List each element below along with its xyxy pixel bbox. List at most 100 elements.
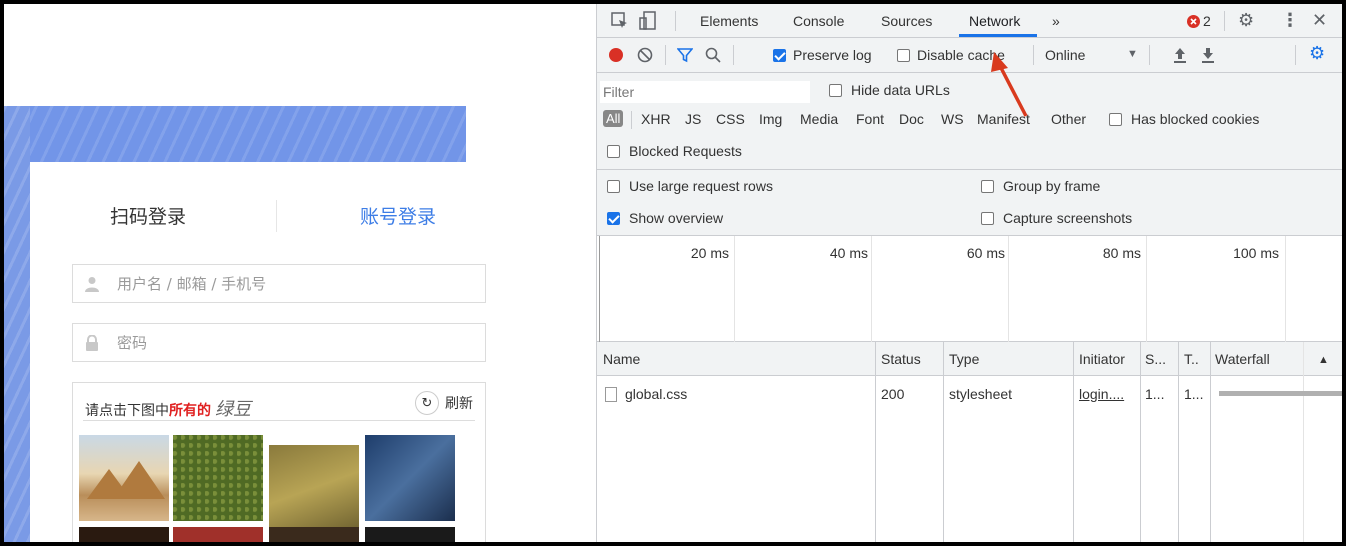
- overview-tick-label: 100 ms: [1233, 245, 1279, 261]
- tab-account-login[interactable]: 账号登录: [360, 202, 436, 229]
- hide-data-urls-label[interactable]: Hide data URLs: [851, 82, 950, 98]
- clear-icon[interactable]: [637, 47, 653, 63]
- throttling-select[interactable]: Online: [1045, 47, 1085, 63]
- captcha-refresh-button[interactable]: ↻ 刷新: [415, 391, 473, 415]
- error-icon: [1187, 15, 1200, 28]
- column-header-initiator[interactable]: Initiator: [1079, 351, 1125, 367]
- type-filter-font[interactable]: Font: [856, 111, 884, 127]
- type-filter-ws[interactable]: WS: [941, 111, 964, 127]
- tab-console[interactable]: Console: [793, 13, 844, 29]
- preserve-log-checkbox[interactable]: [773, 49, 786, 62]
- row-name[interactable]: global.css: [625, 386, 687, 402]
- type-filter-xhr[interactable]: XHR: [641, 111, 671, 127]
- password-field[interactable]: [72, 323, 486, 362]
- type-filter-js[interactable]: JS: [685, 111, 701, 127]
- active-tab-indicator: [959, 34, 1037, 37]
- large-rows-label[interactable]: Use large request rows: [629, 178, 773, 194]
- has-blocked-cookies-checkbox[interactable]: [1109, 113, 1122, 126]
- type-filter-other[interactable]: Other: [1051, 111, 1086, 127]
- import-har-icon[interactable]: [1173, 47, 1187, 63]
- tab-divider: [276, 200, 277, 232]
- type-filter-doc[interactable]: Doc: [899, 111, 924, 127]
- network-settings-gear-icon[interactable]: ⚙: [1309, 43, 1325, 64]
- overview-tick-label: 60 ms: [966, 245, 1005, 261]
- device-toolbar-icon[interactable]: [639, 11, 657, 31]
- tab-elements[interactable]: Elements: [700, 13, 758, 29]
- type-filter-img[interactable]: Img: [759, 111, 782, 127]
- captcha-image-mung-beans[interactable]: [173, 435, 263, 521]
- show-overview-checkbox[interactable]: [607, 212, 620, 225]
- column-header-size[interactable]: S...: [1145, 351, 1166, 367]
- error-count[interactable]: 2: [1203, 13, 1211, 29]
- group-by-frame-checkbox[interactable]: [981, 180, 994, 193]
- kebab-menu-icon[interactable]: ⋮: [1281, 10, 1299, 31]
- divider: [665, 45, 666, 65]
- network-overview[interactable]: 20 ms 40 ms 60 ms 80 ms 100 ms: [597, 236, 1342, 342]
- captcha-prompt-highlight: 所有的: [169, 403, 211, 419]
- tab-qr-login[interactable]: 扫码登录: [110, 202, 186, 229]
- row-status: 200: [881, 386, 905, 402]
- large-rows-checkbox[interactable]: [607, 180, 620, 193]
- search-icon[interactable]: [705, 47, 721, 63]
- file-icon: [605, 387, 617, 402]
- capture-screenshots-checkbox[interactable]: [981, 212, 994, 225]
- show-overview-label[interactable]: Show overview: [629, 210, 723, 226]
- row-time: 1...: [1184, 386, 1204, 402]
- row-initiator-link[interactable]: login....: [1079, 386, 1124, 402]
- preserve-log-label[interactable]: Preserve log: [793, 47, 872, 63]
- type-filter-media[interactable]: Media: [800, 111, 838, 127]
- tab-sources[interactable]: Sources: [881, 13, 932, 29]
- column-header-name[interactable]: Name: [603, 351, 640, 367]
- disable-cache-label[interactable]: Disable cache: [917, 47, 1005, 63]
- network-toolbar: Preserve log Disable cache Online ▼ ⚙: [597, 38, 1342, 73]
- column-header-status[interactable]: Status: [881, 351, 921, 367]
- overview-tick-label: 20 ms: [690, 245, 729, 261]
- overview-gridline: [1285, 236, 1286, 342]
- more-tabs-button[interactable]: »: [1052, 13, 1060, 29]
- disable-cache-checkbox[interactable]: [897, 49, 910, 62]
- tab-network[interactable]: Network: [969, 13, 1020, 29]
- captcha-image-pyramids[interactable]: [79, 435, 169, 521]
- captcha-divider: [83, 420, 475, 421]
- waterfall-bar: [1219, 391, 1342, 396]
- chevron-down-icon[interactable]: ▼: [1127, 48, 1138, 60]
- refresh-label: 刷新: [445, 396, 473, 412]
- capture-screenshots-label[interactable]: Capture screenshots: [1003, 210, 1132, 226]
- type-filter-css[interactable]: CSS: [716, 111, 745, 127]
- blocked-requests-label[interactable]: Blocked Requests: [629, 143, 742, 159]
- close-icon[interactable]: ✕: [1312, 10, 1327, 31]
- username-input[interactable]: [117, 272, 467, 296]
- column-header-waterfall[interactable]: Waterfall: [1215, 351, 1270, 367]
- type-filter-manifest[interactable]: Manifest: [977, 111, 1030, 127]
- settings-gear-icon[interactable]: ⚙: [1238, 10, 1254, 31]
- record-icon[interactable]: [609, 48, 623, 62]
- password-input[interactable]: [117, 331, 467, 355]
- overview-tick-label: 80 ms: [1102, 245, 1141, 261]
- export-har-icon[interactable]: [1201, 47, 1215, 63]
- hide-data-urls-checkbox[interactable]: [829, 84, 842, 97]
- captcha-image-8[interactable]: [365, 527, 455, 542]
- column-header-time[interactable]: T..: [1184, 351, 1199, 367]
- captcha-image-6[interactable]: [173, 527, 263, 542]
- sort-ascending-icon[interactable]: ▲: [1318, 354, 1329, 366]
- group-by-frame-label[interactable]: Group by frame: [1003, 178, 1100, 194]
- column-divider: [1073, 342, 1074, 542]
- captcha-image-metal-parts[interactable]: [365, 435, 455, 521]
- captcha-image-5[interactable]: [79, 527, 169, 542]
- has-blocked-cookies-label[interactable]: Has blocked cookies: [1131, 111, 1259, 127]
- filter-icon[interactable]: [677, 47, 693, 63]
- overview-tick-label: 40 ms: [829, 245, 868, 261]
- overview-gridline: [871, 236, 872, 342]
- captcha-image-grains[interactable]: [269, 445, 359, 531]
- username-field[interactable]: [72, 264, 486, 303]
- type-filter-all[interactable]: All: [603, 110, 624, 127]
- captcha-image-7[interactable]: [269, 527, 359, 542]
- captcha-panel: 请点击下图中所有的 绿豆 ↻ 刷新: [72, 382, 486, 542]
- filter-input[interactable]: [600, 81, 810, 103]
- blocked-requests-checkbox[interactable]: [607, 145, 620, 158]
- captcha-target-word: 绿豆: [215, 399, 251, 420]
- divider: [1224, 11, 1225, 31]
- inspect-element-icon[interactable]: [611, 12, 629, 30]
- column-header-type[interactable]: Type: [949, 351, 979, 367]
- row-type: stylesheet: [949, 386, 1013, 402]
